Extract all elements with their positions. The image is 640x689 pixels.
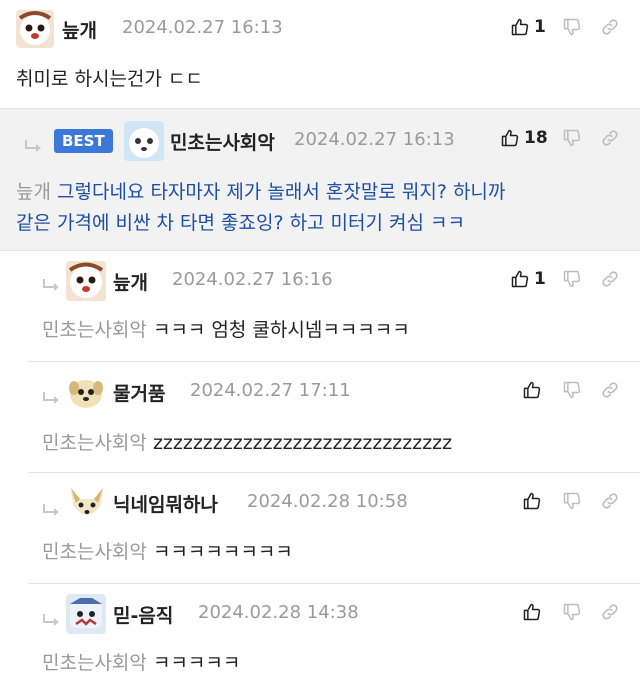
comment-text: zzzzzzzzzzzzzzzzzzzzzzzzzzzzzz — [152, 432, 453, 454]
thumbs-down-icon — [562, 380, 582, 400]
share-link-button[interactable] — [600, 268, 620, 290]
comment-body-line1: 그렇다네요 타자마자 제가 놀래서 혼잣말로 뭐지? 하니까 — [57, 181, 506, 203]
thumbs-down-icon — [562, 602, 582, 622]
like-button[interactable] — [522, 601, 542, 623]
nickname[interactable]: 닉네임뭐하나 — [113, 490, 218, 517]
link-icon — [600, 602, 620, 622]
comment-body: 민초는사회악 ㅋㅋㅋㅋㅋㅋㅋㅋ — [42, 537, 293, 564]
dislike-button[interactable] — [562, 601, 582, 623]
comment-2: BEST 민초는사회악 2024.02.27 16:13 18 늪개 그렇다네요… — [0, 109, 640, 250]
nickname[interactable]: 믿-음직 — [113, 601, 173, 628]
link-icon — [600, 17, 620, 37]
reply-arrow-icon — [42, 279, 62, 293]
comment-3: 늪개 2024.02.27 16:16 1 민초는사회악 ㅋㅋㅋ 엄청 쿨하시넴… — [0, 251, 640, 361]
comment-text: ㅋㅋㅋㅋㅋ — [152, 652, 241, 674]
timestamp: 2024.02.28 14:38 — [198, 602, 359, 623]
comment-body: 민초는사회악 ㅋㅋㅋㅋㅋ — [42, 648, 240, 675]
timestamp: 2024.02.27 16:13 — [122, 17, 283, 38]
reply-arrow-icon — [42, 392, 62, 406]
dislike-button[interactable] — [562, 268, 582, 290]
thumbs-down-icon — [562, 128, 582, 148]
share-link-button[interactable] — [600, 16, 620, 38]
nickname[interactable]: 늪개 — [62, 16, 97, 43]
thumbs-down-icon — [562, 269, 582, 289]
best-badge: BEST — [54, 129, 113, 153]
like-button[interactable]: 1 — [510, 268, 546, 290]
like-button[interactable] — [522, 379, 542, 401]
reply-arrow-icon — [42, 614, 62, 628]
share-link-button[interactable] — [600, 601, 620, 623]
avatar[interactable] — [68, 485, 106, 523]
comment-text: ㅋㅋㅋ 엄청 쿨하시넴ㅋㅋㅋㅋㅋ — [152, 319, 410, 341]
timestamp: 2024.02.27 17:11 — [190, 380, 351, 401]
dislike-button[interactable] — [562, 16, 582, 38]
link-icon — [600, 128, 620, 148]
like-button[interactable]: 18 — [500, 127, 548, 149]
avatar[interactable] — [66, 594, 106, 634]
dislike-button[interactable] — [562, 127, 582, 149]
like-count: 1 — [534, 269, 546, 289]
share-link-button[interactable] — [600, 127, 620, 149]
comment-body: 민초는사회악 ㅋㅋㅋ 엄청 쿨하시넴ㅋㅋㅋㅋㅋ — [42, 315, 410, 342]
avatar[interactable] — [124, 121, 164, 161]
share-link-button[interactable] — [600, 490, 620, 512]
timestamp: 2024.02.27 16:16 — [172, 269, 333, 290]
reply-arrow-icon — [24, 140, 44, 154]
dislike-button[interactable] — [562, 490, 582, 512]
thumbs-up-icon — [510, 269, 530, 289]
dislike-button[interactable] — [562, 379, 582, 401]
thumbs-down-icon — [562, 17, 582, 37]
thumbs-down-icon — [562, 491, 582, 511]
comment-4: 물거품 2024.02.27 17:11 민초는사회악 zzzzzzzzzzzz… — [0, 362, 640, 472]
mention[interactable]: 민초는사회악 — [42, 541, 147, 563]
comment-5: 닉네임뭐하나 2024.02.28 10:58 민초는사회악 ㅋㅋㅋㅋㅋㅋㅋㅋ — [0, 473, 640, 583]
comment-text: ㅋㅋㅋㅋㅋㅋㅋㅋ — [152, 541, 293, 563]
like-count: 1 — [534, 17, 546, 37]
mention[interactable]: 민초는사회악 — [42, 652, 147, 674]
like-button[interactable] — [522, 490, 542, 512]
link-icon — [600, 269, 620, 289]
thumbs-up-icon — [522, 602, 542, 622]
mention[interactable]: 민초는사회악 — [42, 432, 147, 454]
timestamp: 2024.02.27 16:13 — [294, 129, 455, 150]
comment-6: 믿-음직 2024.02.28 14:38 민초는사회악 ㅋㅋㅋㅋㅋ — [0, 584, 640, 689]
thumbs-up-icon — [522, 380, 542, 400]
avatar[interactable] — [16, 10, 54, 48]
comment-body: 늪개 그렇다네요 타자마자 제가 놀래서 혼잣말로 뭐지? 하니까 같은 가격에… — [16, 177, 505, 239]
share-link-button[interactable] — [600, 379, 620, 401]
comment-body: 민초는사회악 zzzzzzzzzzzzzzzzzzzzzzzzzzzzzz — [42, 428, 452, 455]
comment-1: 늪개 2024.02.27 16:13 1 취미로 하시는건가 ㄷㄷ — [0, 0, 640, 110]
avatar[interactable] — [68, 376, 104, 410]
nickname[interactable]: 물거품 — [113, 379, 165, 406]
thumbs-up-icon — [500, 128, 520, 148]
comment-body-line2: 같은 가격에 비싼 차 타면 좋죠잉? 하고 미터기 켜심 ㅋㅋ — [16, 212, 466, 234]
link-icon — [600, 491, 620, 511]
like-count: 18 — [524, 128, 548, 148]
avatar[interactable] — [66, 261, 106, 301]
timestamp: 2024.02.28 10:58 — [247, 491, 408, 512]
mention[interactable]: 민초는사회악 — [42, 319, 147, 341]
comment-body: 취미로 하시는건가 ㄷㄷ — [16, 68, 203, 90]
nickname[interactable]: 늪개 — [113, 268, 148, 295]
thumbs-up-icon — [510, 17, 530, 37]
reply-arrow-icon — [42, 504, 62, 518]
link-icon — [600, 380, 620, 400]
mention[interactable]: 늪개 — [16, 181, 51, 203]
nickname[interactable]: 민초는사회악 — [170, 128, 275, 155]
thumbs-up-icon — [522, 491, 542, 511]
like-button[interactable]: 1 — [510, 16, 546, 38]
